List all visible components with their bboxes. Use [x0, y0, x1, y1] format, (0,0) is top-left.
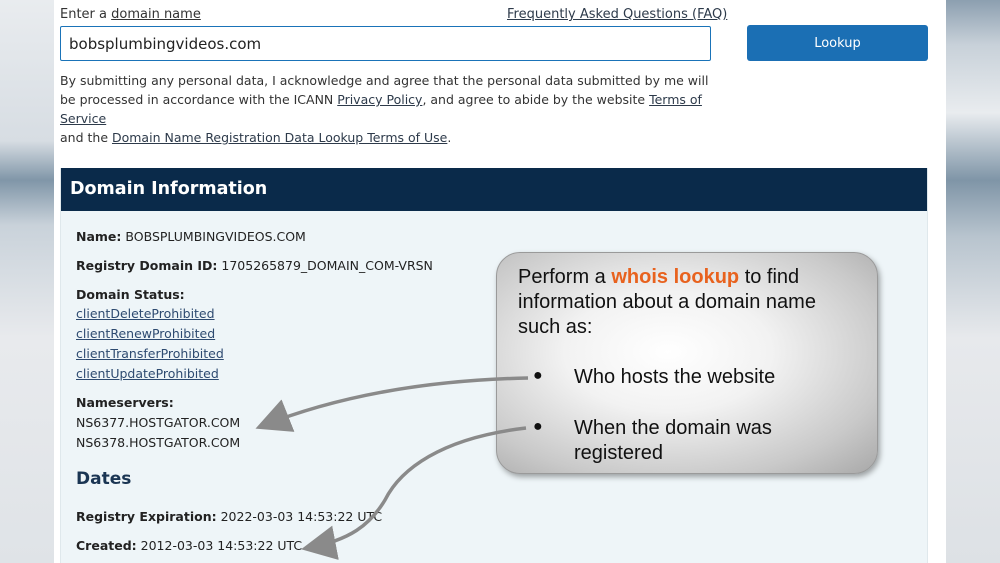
dates-heading: Dates — [76, 469, 132, 489]
domain-search-input[interactable] — [60, 26, 711, 61]
consent-notice: By submitting any personal data, I ackno… — [60, 71, 720, 147]
expiration-label: Registry Expiration: — [76, 509, 217, 524]
nameserver-item: NS6377.HOSTGATOR.COM — [76, 415, 241, 430]
domain-status-label: Domain Status: — [76, 287, 185, 302]
name-label: Name: — [76, 229, 122, 244]
background-left — [0, 0, 56, 563]
domain-name-link[interactable]: domain name — [111, 7, 201, 22]
callout-bullet: When the domain was registered — [574, 417, 772, 464]
domain-input-label: Enter a domain name — [60, 7, 201, 22]
whois-callout: Perform a whois lookup to find informati… — [496, 252, 878, 474]
bullet-icon: ● — [533, 367, 543, 384]
registry-id-row: Registry Domain ID: 1705265879_DOMAIN_CO… — [76, 258, 433, 273]
consent-text: . — [447, 130, 452, 145]
domain-information-header: Domain Information — [61, 168, 927, 211]
status-link[interactable]: clientTransferProhibited — [76, 346, 224, 361]
faq-link[interactable]: Frequently Asked Questions (FAQ) — [507, 7, 727, 22]
bullet-icon: ● — [533, 418, 543, 435]
expiration-row: Registry Expiration: 2022-03-03 14:53:22… — [76, 509, 382, 524]
consent-text: and the — [60, 130, 112, 145]
callout-bullet: Who hosts the website — [574, 366, 776, 388]
expiration-value: 2022-03-03 14:53:22 UTC — [220, 509, 383, 524]
nameservers-label-text: Nameservers: — [76, 395, 174, 410]
background-right — [944, 0, 1000, 563]
privacy-policy-link[interactable]: Privacy Policy — [337, 92, 422, 107]
label-prefix: Enter a — [60, 7, 112, 22]
callout-intro: Perform a whois lookup to find informati… — [518, 265, 858, 340]
name-row: Name: BOBSPLUMBINGVIDEOS.COM — [76, 229, 306, 244]
name-value: BOBSPLUMBINGVIDEOS.COM — [125, 229, 306, 244]
created-row: Created: 2012-03-03 14:53:22 UTC — [76, 538, 302, 553]
registry-id-value: 1705265879_DOMAIN_COM-VRSN — [221, 258, 433, 273]
created-value: 2012-03-03 14:53:22 UTC — [140, 538, 303, 553]
callout-highlight: whois lookup — [611, 266, 740, 288]
nameservers-label: Nameservers: — [76, 395, 174, 410]
created-label: Created: — [76, 538, 137, 553]
registry-id-label: Registry Domain ID: — [76, 258, 218, 273]
status-link[interactable]: clientRenewProhibited — [76, 326, 215, 341]
status-link[interactable]: clientUpdateProhibited — [76, 366, 219, 381]
lookup-terms-link[interactable]: Domain Name Registration Data Lookup Ter… — [112, 130, 447, 145]
nameserver-item: NS6378.HOSTGATOR.COM — [76, 435, 241, 450]
lookup-button[interactable]: Lookup — [747, 25, 928, 61]
status-link[interactable]: clientDeleteProhibited — [76, 306, 215, 321]
consent-text: , and agree to abide by the website — [422, 92, 650, 107]
status-label-text: Domain Status: — [76, 287, 185, 302]
callout-text: Perform a — [518, 266, 612, 288]
